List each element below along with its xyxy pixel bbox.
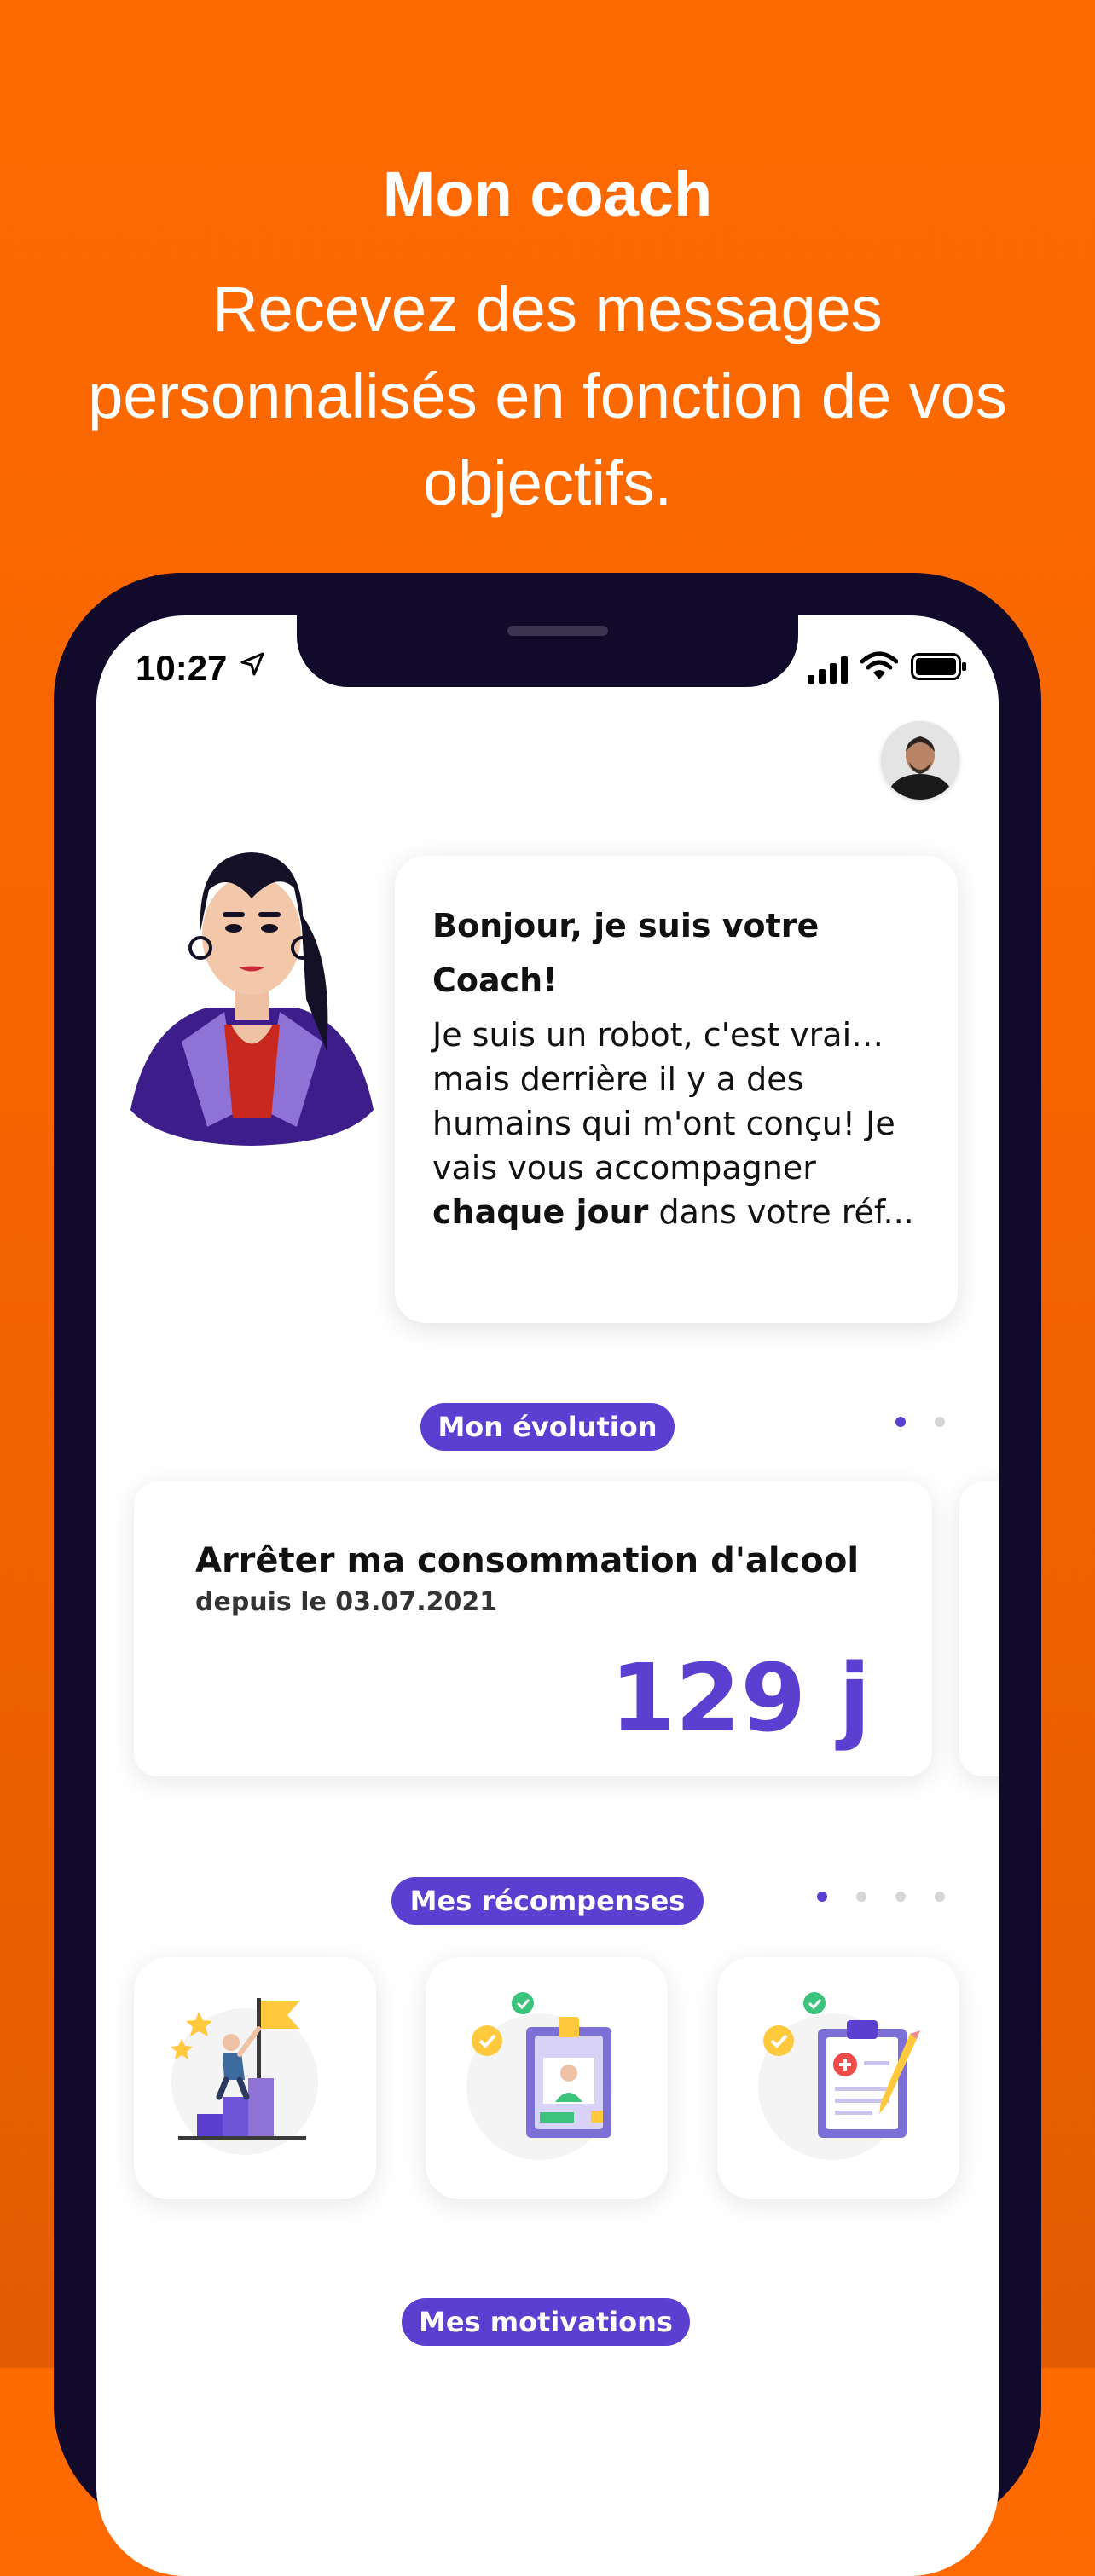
goal-title: Arrêter ma consommation d'alcool: [195, 1541, 860, 1580]
avatar-photo-icon: [881, 721, 959, 800]
evolution-page-dot-1[interactable]: [895, 1417, 906, 1427]
hero-subtitle: Recevez des messages personnalisés en fo…: [88, 274, 1007, 518]
clipboard-check-icon: [758, 1992, 920, 2160]
coach-message: Je suis un robot, c'est vrai… mais derri…: [432, 1013, 936, 1234]
section-label-evolution: Mon évolution: [420, 1403, 675, 1451]
coach-message-bubble[interactable]: Bonjour, je suis votre Coach! Je suis un…: [395, 856, 958, 1323]
reward-card-1[interactable]: [134, 1957, 376, 2199]
goal-day-count: 129 j: [610, 1643, 871, 1753]
user-avatar[interactable]: [881, 721, 959, 800]
hero-title: Mon coach: [382, 159, 713, 229]
goal-card-next-peek[interactable]: [959, 1481, 999, 1776]
id-badge-check-icon: [466, 1992, 613, 2160]
rewards-page-dot-2[interactable]: [856, 1892, 866, 1902]
signal-icon: [808, 656, 848, 684]
wifi-icon: [860, 651, 898, 679]
phone-screen: 10:27 Bonjour, je suis votre Coach! Je s…: [96, 615, 999, 2576]
reward-card-2[interactable]: [426, 1957, 668, 2199]
coach-greeting: Bonjour, je suis votre Coach!: [432, 907, 820, 999]
coach-message-part1: Je suis un robot, c'est vrai… mais derri…: [432, 1016, 895, 1187]
phone-notch: [297, 615, 798, 687]
coach-message-part2: dans votre réf...: [648, 1193, 914, 1231]
status-time: 10:27: [136, 648, 228, 688]
battery-icon: [911, 653, 966, 680]
rewards-page-dot-3[interactable]: [895, 1892, 906, 1902]
reward-card-3[interactable]: [717, 1957, 959, 2199]
rewards-page-dot-1[interactable]: [817, 1892, 827, 1902]
flag-goal-icon: [171, 1998, 318, 2155]
speaker-grille: [507, 626, 608, 636]
section-label-motivations: Mes motivations: [402, 2298, 690, 2346]
rewards-page-dot-4[interactable]: [935, 1892, 945, 1902]
phone-frame: 10:27 Bonjour, je suis votre Coach! Je s…: [54, 573, 1041, 2576]
goal-since-date: depuis le 03.07.2021: [195, 1587, 498, 1617]
coach-message-bold: chaque jour: [432, 1193, 649, 1231]
location-arrow-icon: [240, 652, 264, 676]
evolution-page-dot-2[interactable]: [935, 1417, 945, 1427]
goal-card[interactable]: Arrêter ma consommation d'alcool depuis …: [134, 1481, 932, 1776]
coach-illustration: [130, 852, 374, 1146]
section-label-rewards: Mes récompenses: [391, 1877, 704, 1925]
